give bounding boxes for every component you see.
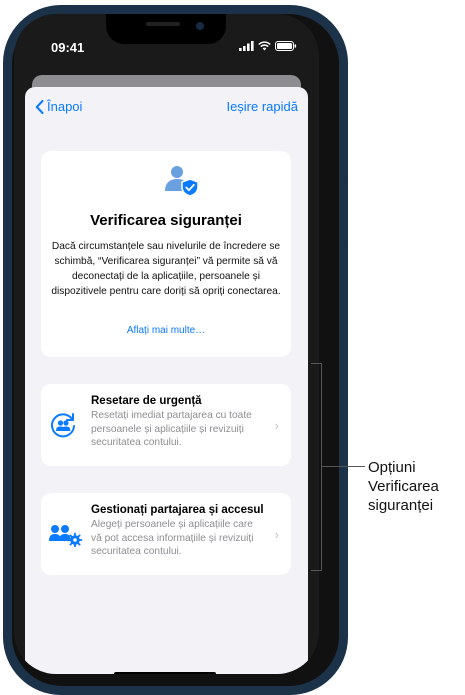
status-icons (239, 41, 297, 51)
battery-icon (275, 41, 297, 51)
callout-line-1: Opțiuni (368, 459, 416, 476)
phone-volume-down-button (5, 168, 8, 208)
phone-side-button (343, 183, 346, 241)
manage-sharing-icon (49, 525, 83, 547)
phone-screen: 09:41 Înapoi Ieșire rapidă Verificarea s… (14, 14, 319, 674)
info-card: Verificarea siguranței Dacă circumstanțe… (41, 151, 291, 357)
back-button[interactable]: Înapoi (35, 99, 82, 114)
back-button-label: Înapoi (47, 99, 83, 114)
callout-line-2: Verificarea (368, 478, 439, 495)
manage-sharing-title: Gestionați partajarea și accesul (91, 504, 264, 516)
info-description: Dacă circumstanțele sau nivelurile de în… (51, 241, 281, 297)
safety-check-sheet: Înapoi Ieșire rapidă Verificarea siguran… (25, 87, 308, 674)
status-time: 09:41 (51, 40, 85, 55)
phone-volume-up-button (5, 120, 8, 144)
chevron-right-icon: › (274, 527, 279, 542)
person-shield-icon (165, 166, 199, 197)
emergency-reset-option[interactable]: Resetare de urgență Resetați imediat par… (41, 384, 291, 466)
callout-bracket (311, 363, 322, 571)
emergency-reset-icon (51, 413, 75, 438)
speaker (146, 22, 180, 26)
quick-exit-button[interactable]: Ieșire rapidă (226, 99, 298, 114)
manage-sharing-option[interactable]: Gestionați partajarea și accesul Alegeți… (41, 493, 291, 575)
callout-leader-line (322, 466, 365, 467)
cellular-signal-icon (239, 41, 254, 51)
chevron-right-icon: › (274, 418, 279, 433)
chevron-left-icon (35, 99, 44, 114)
status-bar: 09:41 (14, 14, 319, 74)
callout-line-3: siguranței (368, 497, 434, 514)
camera (196, 22, 204, 30)
callout-label: Opțiuni Verificarea siguranței (368, 458, 439, 515)
home-indicator[interactable] (114, 672, 216, 674)
emergency-reset-title: Resetare de urgență (91, 395, 202, 407)
learn-more-link[interactable]: Aflați mai multe… (41, 325, 291, 336)
emergency-reset-description: Resetați imediat partajarea cu toate per… (91, 410, 252, 448)
manage-sharing-description: Alegeți persoanele și aplicațiile care v… (91, 519, 254, 557)
wifi-icon (258, 41, 271, 51)
page-title: Verificarea siguranței (90, 212, 242, 229)
notch (106, 14, 226, 44)
